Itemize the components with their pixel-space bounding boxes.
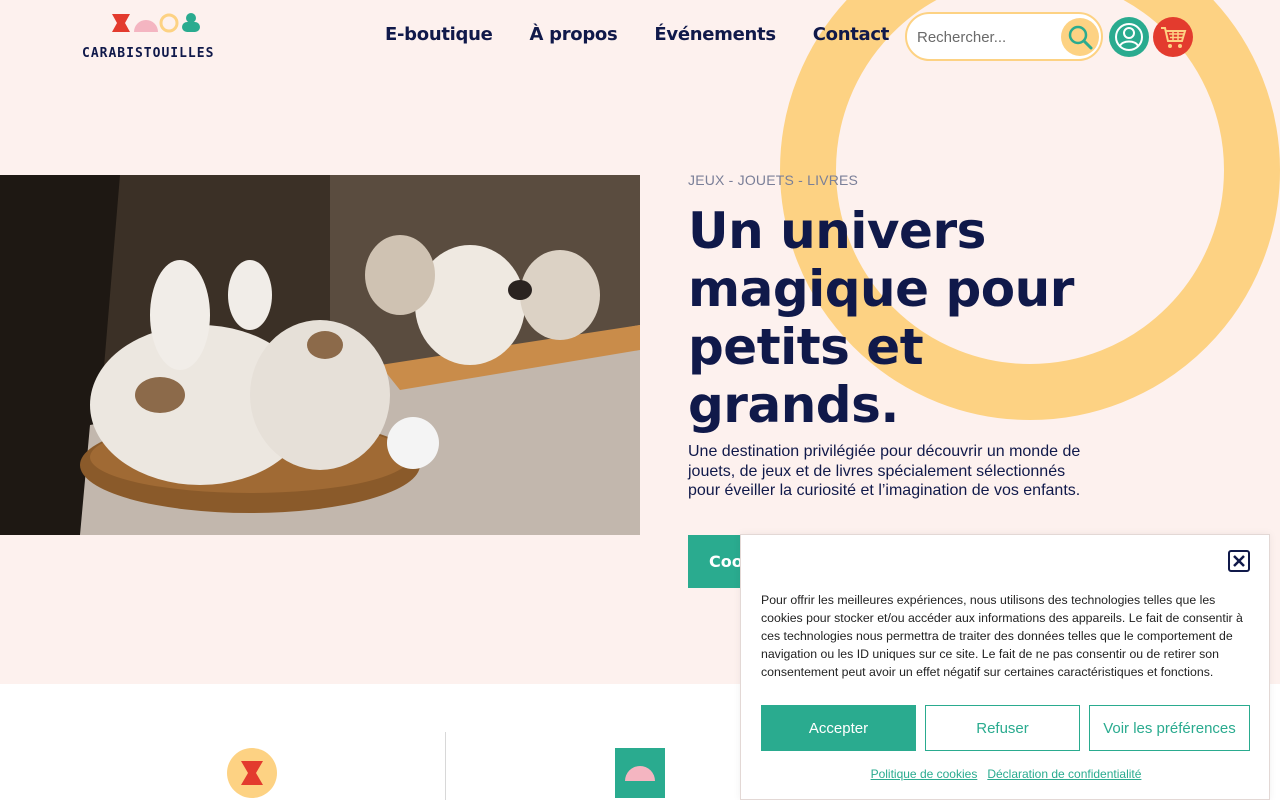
hero-headline: Un univers magique pour petits et grands… <box>688 202 1074 434</box>
cart-icon <box>1161 27 1187 48</box>
features-divider <box>445 732 446 800</box>
plush-dogs-photo <box>0 175 640 535</box>
account-button[interactable] <box>1109 17 1149 57</box>
cookie-close-button[interactable] <box>1228 550 1250 572</box>
cookie-links: Politique de cookies Déclaration de conf… <box>741 767 1271 781</box>
hero-content: JEUX - JOUETS - LIVRES Un univers magiqu… <box>688 172 1108 501</box>
site-logo[interactable]: CARABISTOUILLES <box>82 10 234 64</box>
search-box <box>905 12 1103 61</box>
cookie-preferences-button[interactable]: Voir les préférences <box>1089 705 1250 751</box>
logo-shapes-icon <box>112 13 200 33</box>
nav-item-contact[interactable]: Contact <box>813 24 890 45</box>
search-input[interactable] <box>917 26 1057 48</box>
nav-item-eboutique[interactable]: E-boutique <box>385 24 493 45</box>
hero-photo <box>0 175 640 535</box>
nav-item-evenements[interactable]: Événements <box>654 24 776 45</box>
cookie-policy-link[interactable]: Politique de cookies <box>871 767 978 781</box>
privacy-statement-link[interactable]: Déclaration de confidentialité <box>987 767 1141 781</box>
site-header: CARABISTOUILLES E-boutique À propos Évén… <box>0 0 1280 80</box>
cart-button[interactable] <box>1153 17 1193 57</box>
hourglass-icon <box>227 748 277 798</box>
search-icon <box>1068 25 1093 50</box>
search-button[interactable] <box>1061 18 1099 56</box>
cookie-message: Pour offrir les meilleures expériences, … <box>761 593 1243 679</box>
cookie-refuse-button[interactable]: Refuser <box>925 705 1080 751</box>
main-nav: E-boutique À propos Événements Contact <box>385 24 926 45</box>
close-icon <box>1233 555 1245 567</box>
cookie-accept-button[interactable]: Accepter <box>761 705 916 751</box>
hero-lead: Une destination privilégiée pour découvr… <box>688 443 1081 499</box>
logo-wordmark: CARABISTOUILLES <box>82 46 215 61</box>
user-icon <box>1115 23 1143 51</box>
cookie-consent-dialog: Pour offrir les meilleures expériences, … <box>740 534 1270 800</box>
nav-item-a-propos[interactable]: À propos <box>530 24 618 45</box>
hero-kicker: JEUX - JOUETS - LIVRES <box>688 172 859 188</box>
half-circle-icon <box>615 748 665 798</box>
